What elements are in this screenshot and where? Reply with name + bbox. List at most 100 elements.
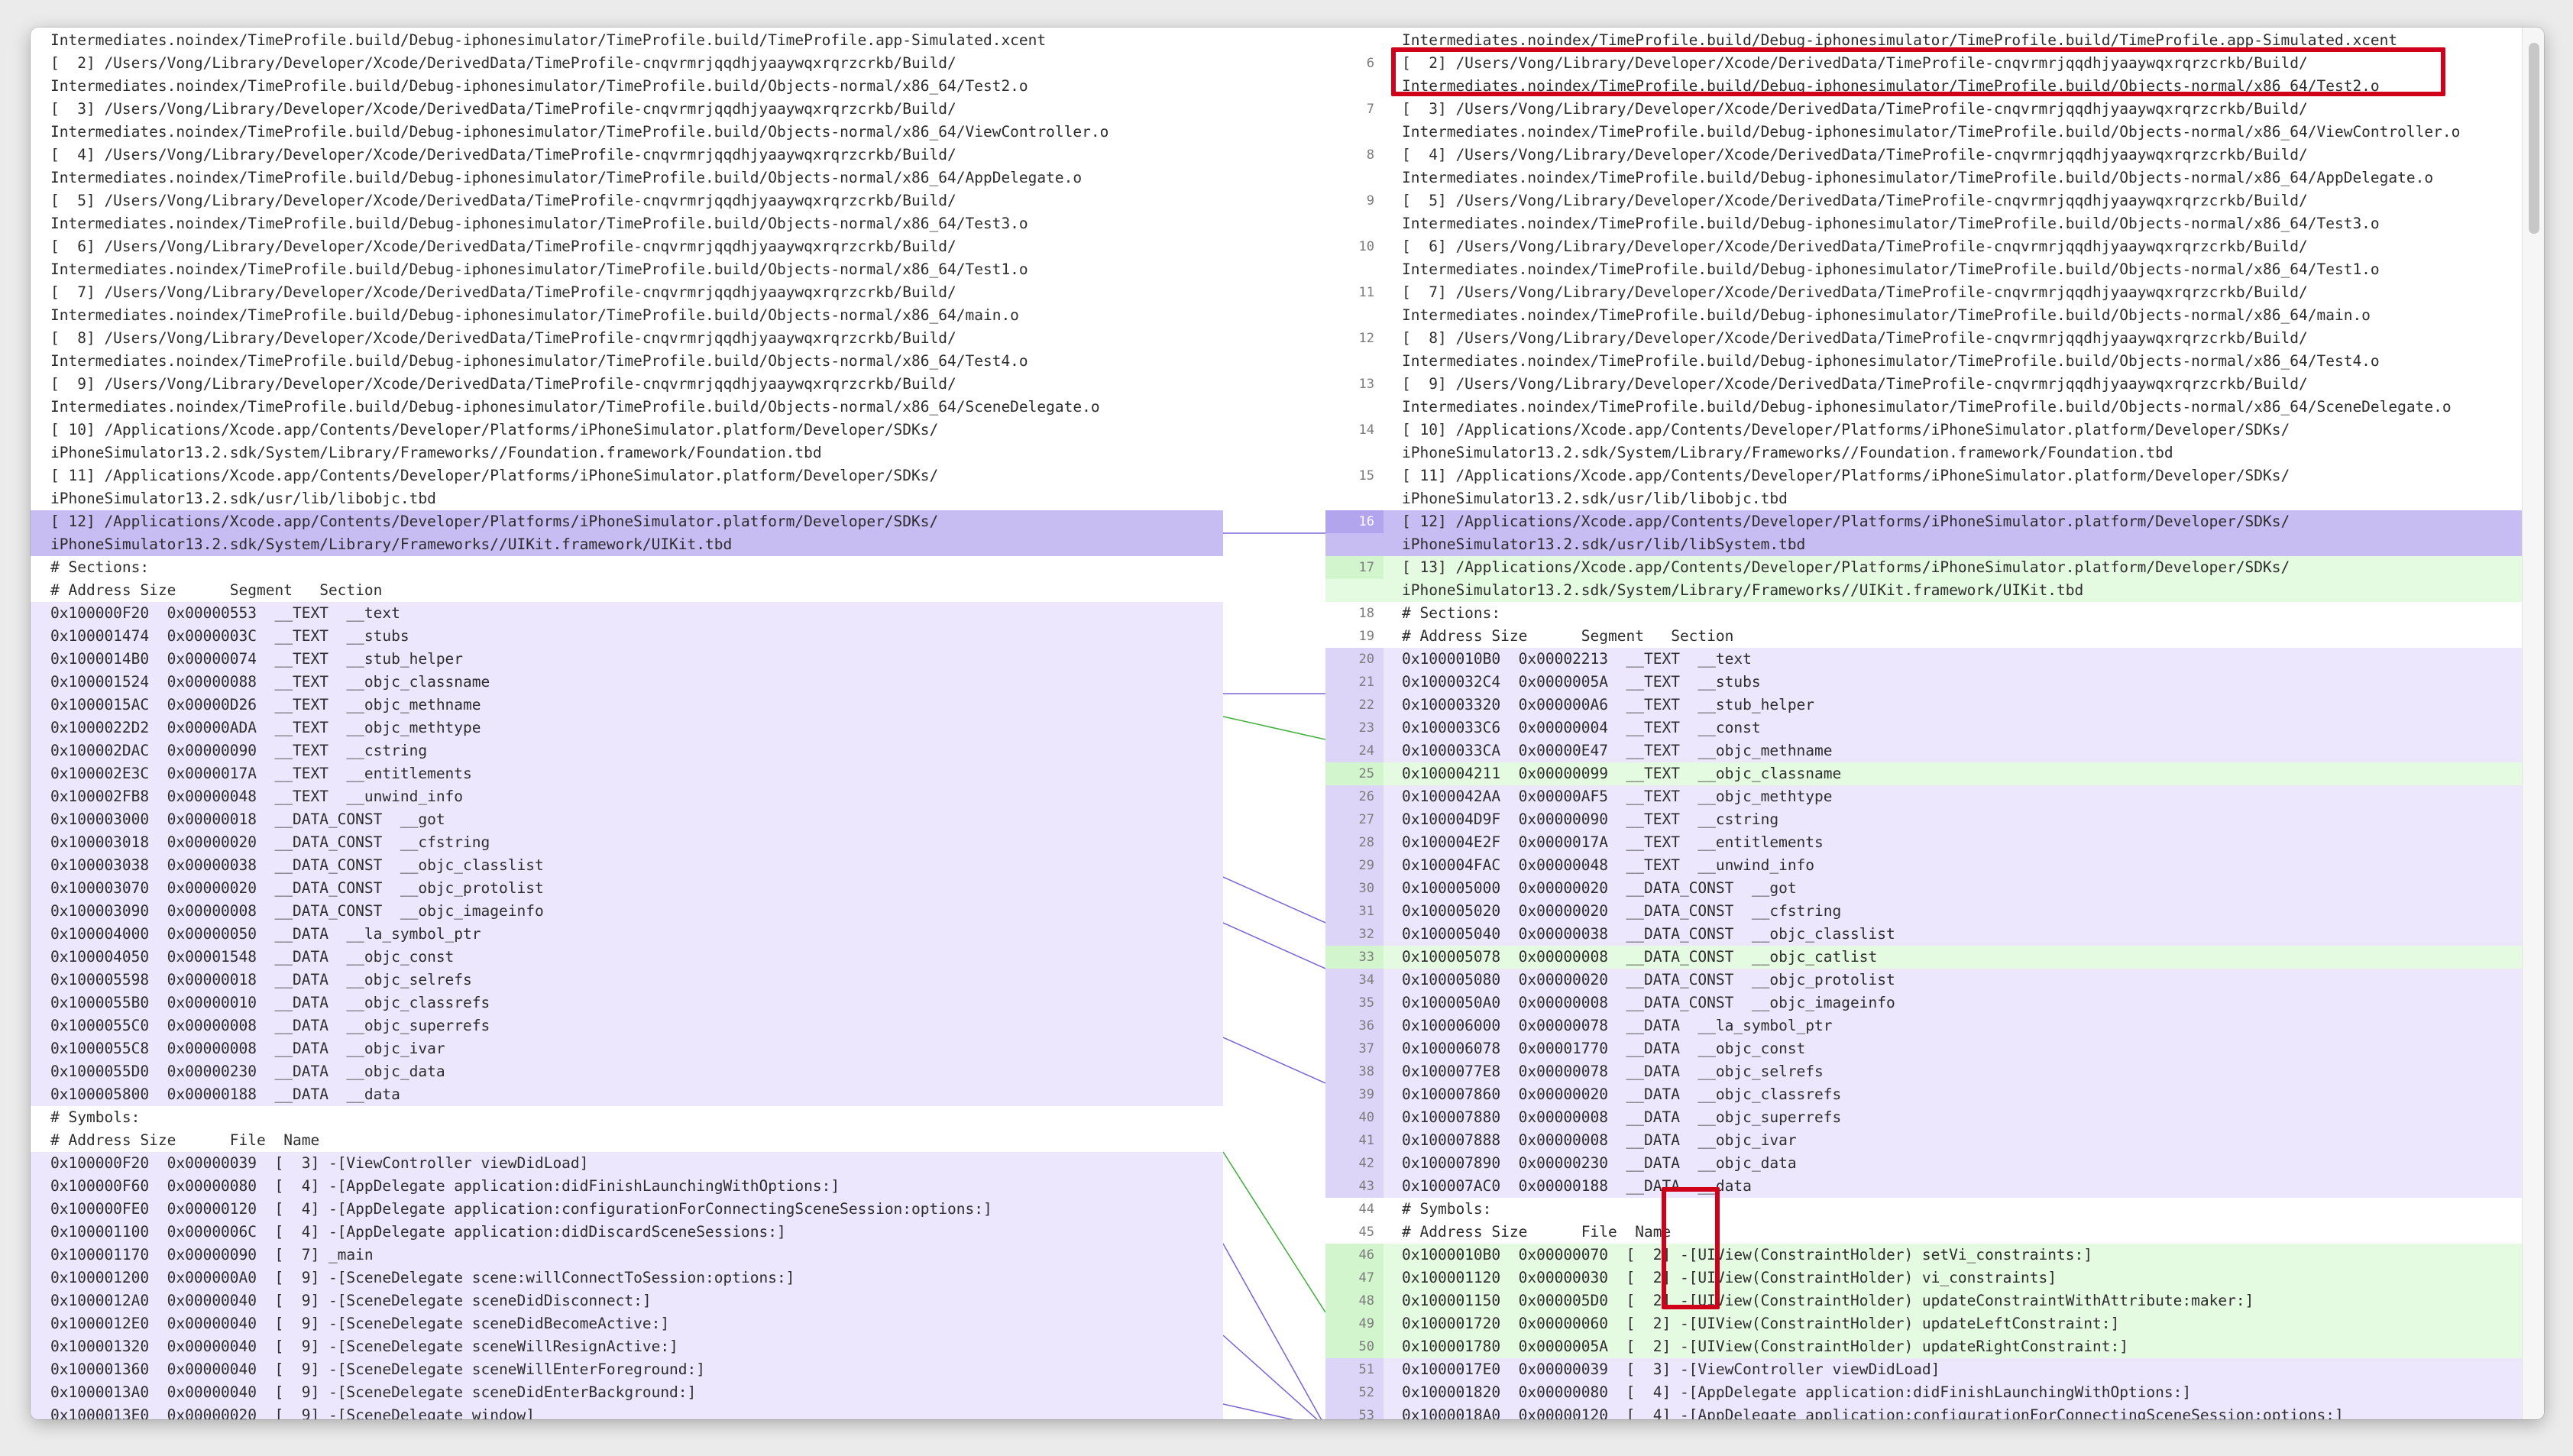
diff-line[interactable]: 0x100005800 0x00000188 __DATA __data — [31, 1083, 1223, 1106]
diff-line[interactable]: # Symbols: — [31, 1106, 1223, 1129]
diff-line[interactable]: 0x100001200 0x000000A0 [ 9] -[SceneDeleg… — [31, 1267, 1223, 1289]
diff-line[interactable]: 0x100000FE0 0x00000120 [ 4] -[AppDelegat… — [31, 1198, 1223, 1221]
diff-line[interactable]: 30 0x100005000 0x00000020 __DATA_CONST __… — [1325, 877, 2544, 900]
diff-line[interactable]: 25 0x100004211 0x00000099 __TEXT __objc_c… — [1325, 762, 2544, 785]
diff-line[interactable]: 34 0x100005080 0x00000020 __DATA_CONST __… — [1325, 969, 2544, 992]
diff-line[interactable]: [ 11] /Applications/Xcode.app/Contents/D… — [31, 464, 1223, 487]
diff-line[interactable]: 0x100001100 0x0000006C [ 4] -[AppDelegat… — [31, 1221, 1223, 1244]
diff-line[interactable]: 0x1000013A0 0x00000040 [ 9] -[SceneDeleg… — [31, 1381, 1223, 1404]
diff-line[interactable]: Intermediates.noindex/TimeProfile.build/… — [1325, 121, 2544, 144]
scroll-track[interactable] — [2522, 28, 2544, 1419]
diff-line[interactable]: 31 0x100005020 0x00000020 __DATA_CONST __… — [1325, 900, 2544, 923]
diff-line[interactable]: 22 0x100003320 0x000000A6 __TEXT __stub_h… — [1325, 694, 2544, 717]
diff-line[interactable]: 0x100002E3C 0x0000017A __TEXT __entitlem… — [31, 762, 1223, 785]
diff-line[interactable]: 0x100000F60 0x00000080 [ 4] -[AppDelegat… — [31, 1175, 1223, 1198]
diff-line[interactable]: 15 [ 11] /Applications/Xcode.app/Contents… — [1325, 464, 2544, 487]
diff-line[interactable]: [ 4] /Users/Vong/Library/Developer/Xcode… — [31, 144, 1223, 167]
diff-line[interactable]: 17 [ 13] /Applications/Xcode.app/Contents… — [1325, 556, 2544, 579]
diff-line[interactable]: Intermediates.noindex/TimeProfile.build/… — [1325, 258, 2544, 281]
diff-line[interactable]: 47 0x100001120 0x00000030 [ 2] -[UIView(C… — [1325, 1267, 2544, 1289]
diff-line[interactable]: 0x1000013E0 0x00000020 [ 9] -[SceneDeleg… — [31, 1404, 1223, 1419]
left-diff-pane[interactable]: Intermediates.noindex/TimeProfile.build/… — [31, 28, 1223, 1419]
diff-line[interactable]: [ 2] /Users/Vong/Library/Developer/Xcode… — [31, 52, 1223, 75]
diff-line[interactable]: 0x100001170 0x00000090 [ 7] _main — [31, 1244, 1223, 1267]
diff-line[interactable]: 8 [ 4] /Users/Vong/Library/Developer/Xcod… — [1325, 144, 2544, 167]
diff-line[interactable]: 0x100003000 0x00000018 __DATA_CONST __go… — [31, 808, 1223, 831]
diff-line[interactable]: 24 0x1000033CA 0x00000E47 __TEXT __objc_m… — [1325, 739, 2544, 762]
diff-line[interactable]: 48 0x100001150 0x000005D0 [ 2] -[UIView(C… — [1325, 1289, 2544, 1312]
diff-line[interactable]: 0x1000012E0 0x00000040 [ 9] -[SceneDeleg… — [31, 1312, 1223, 1335]
diff-line[interactable]: 0x1000012A0 0x00000040 [ 9] -[SceneDeleg… — [31, 1289, 1223, 1312]
diff-line[interactable]: 26 0x1000042AA 0x00000AF5 __TEXT __objc_m… — [1325, 785, 2544, 808]
diff-line[interactable]: Intermediates.noindex/TimeProfile.build/… — [1325, 396, 2544, 419]
diff-line[interactable]: 0x100002FB8 0x00000048 __TEXT __unwind_i… — [31, 785, 1223, 808]
diff-line[interactable]: iPhoneSimulator13.2.sdk/System/Library/F… — [31, 442, 1223, 464]
diff-line[interactable]: Intermediates.noindex/TimeProfile.build/… — [31, 121, 1223, 144]
diff-line[interactable]: Intermediates.noindex/TimeProfile.build/… — [31, 258, 1223, 281]
diff-line[interactable]: [ 6] /Users/Vong/Library/Developer/Xcode… — [31, 235, 1223, 258]
diff-line[interactable]: 33 0x100005078 0x00000008 __DATA_CONST __… — [1325, 946, 2544, 969]
diff-line[interactable]: iPhoneSimulator13.2.sdk/System/Library/F… — [1325, 442, 2544, 464]
diff-line[interactable]: 50 0x100001780 0x0000005A [ 2] -[UIView(C… — [1325, 1335, 2544, 1358]
diff-line[interactable]: 19 # Address Size Segment Section — [1325, 625, 2544, 648]
diff-line[interactable]: [ 12] /Applications/Xcode.app/Contents/D… — [31, 510, 1223, 533]
diff-line[interactable]: 20 0x1000010B0 0x00002213 __TEXT __text — [1325, 648, 2544, 671]
diff-line[interactable]: [ 3] /Users/Vong/Library/Developer/Xcode… — [31, 98, 1223, 121]
diff-line[interactable]: 36 0x100006000 0x00000078 __DATA __la_sym… — [1325, 1014, 2544, 1037]
diff-line[interactable]: [ 10] /Applications/Xcode.app/Contents/D… — [31, 419, 1223, 442]
diff-line[interactable]: Intermediates.noindex/TimeProfile.build/… — [1325, 350, 2544, 373]
diff-line[interactable]: Intermediates.noindex/TimeProfile.build/… — [31, 304, 1223, 327]
scrollbar-thumb[interactable] — [2529, 43, 2539, 234]
diff-line[interactable]: 0x100003090 0x00000008 __DATA_CONST __ob… — [31, 900, 1223, 923]
diff-line[interactable]: # Address Size File Name — [31, 1129, 1223, 1152]
diff-line[interactable]: 11 [ 7] /Users/Vong/Library/Developer/Xco… — [1325, 281, 2544, 304]
diff-line[interactable]: Intermediates.noindex/TimeProfile.build/… — [1325, 304, 2544, 327]
diff-line[interactable]: 0x100003070 0x00000020 __DATA_CONST __ob… — [31, 877, 1223, 900]
diff-line[interactable]: 46 0x1000010B0 0x00000070 [ 2] -[UIView(C… — [1325, 1244, 2544, 1267]
diff-line[interactable]: 0x100002DAC 0x00000090 __TEXT __cstring — [31, 739, 1223, 762]
diff-line[interactable]: [ 9] /Users/Vong/Library/Developer/Xcode… — [31, 373, 1223, 396]
diff-line[interactable]: Intermediates.noindex/TimeProfile.build/… — [31, 396, 1223, 419]
diff-line[interactable]: 0x1000015AC 0x00000D26 __TEXT __objc_met… — [31, 694, 1223, 717]
diff-line[interactable]: 29 0x100004FAC 0x00000048 __TEXT __unwind… — [1325, 854, 2544, 877]
diff-line[interactable]: 51 0x1000017E0 0x00000039 [ 3] -[ViewCont… — [1325, 1358, 2544, 1381]
diff-line[interactable]: 38 0x1000077E8 0x00000078 __DATA __objc_s… — [1325, 1060, 2544, 1083]
diff-line[interactable]: 32 0x100005040 0x00000038 __DATA_CONST __… — [1325, 923, 2544, 946]
diff-line[interactable]: 0x100000F20 0x00000039 [ 3] -[ViewContro… — [31, 1152, 1223, 1175]
diff-line[interactable]: iPhoneSimulator13.2.sdk/System/Library/F… — [31, 533, 1223, 556]
diff-line[interactable]: 0x1000055D0 0x00000230 __DATA __objc_dat… — [31, 1060, 1223, 1083]
diff-line[interactable]: 40 0x100007880 0x00000008 __DATA __objc_s… — [1325, 1106, 2544, 1129]
diff-line[interactable]: [ 5] /Users/Vong/Library/Developer/Xcode… — [31, 189, 1223, 212]
diff-line[interactable]: Intermediates.noindex/TimeProfile.build/… — [31, 350, 1223, 373]
diff-line[interactable]: 28 0x100004E2F 0x0000017A __TEXT __entitl… — [1325, 831, 2544, 854]
diff-line[interactable]: 7 [ 3] /Users/Vong/Library/Developer/Xcod… — [1325, 98, 2544, 121]
diff-line[interactable]: 52 0x100001820 0x00000080 [ 4] -[AppDeleg… — [1325, 1381, 2544, 1404]
diff-line[interactable]: iPhoneSimulator13.2.sdk/usr/lib/libobjc.… — [31, 487, 1223, 510]
diff-line[interactable]: Intermediates.noindex/TimeProfile.build/… — [31, 212, 1223, 235]
diff-line[interactable]: 10 [ 6] /Users/Vong/Library/Developer/Xco… — [1325, 235, 2544, 258]
diff-line[interactable]: 23 0x1000033C6 0x00000004 __TEXT __const — [1325, 717, 2544, 739]
diff-line[interactable]: [ 7] /Users/Vong/Library/Developer/Xcode… — [31, 281, 1223, 304]
diff-line[interactable]: 39 0x100007860 0x00000020 __DATA __objc_c… — [1325, 1083, 2544, 1106]
diff-line[interactable]: 42 0x100007890 0x00000230 __DATA __objc_d… — [1325, 1152, 2544, 1175]
diff-line[interactable]: 12 [ 8] /Users/Vong/Library/Developer/Xco… — [1325, 327, 2544, 350]
diff-line[interactable]: 0x1000055C0 0x00000008 __DATA __objc_sup… — [31, 1014, 1223, 1037]
diff-line[interactable]: 0x100003018 0x00000020 __DATA_CONST __cf… — [31, 831, 1223, 854]
diff-line[interactable]: 14 [ 10] /Applications/Xcode.app/Contents… — [1325, 419, 2544, 442]
diff-line[interactable]: Intermediates.noindex/TimeProfile.build/… — [31, 167, 1223, 189]
diff-line[interactable]: 0x1000055B0 0x00000010 __DATA __objc_cla… — [31, 992, 1223, 1014]
diff-line[interactable]: iPhoneSimulator13.2.sdk/usr/lib/libobjc.… — [1325, 487, 2544, 510]
diff-line[interactable]: 44 # Symbols: — [1325, 1198, 2544, 1221]
diff-line[interactable]: 0x100000F20 0x00000553 __TEXT __text — [31, 602, 1223, 625]
diff-line[interactable]: 21 0x1000032C4 0x0000005A __TEXT __stubs — [1325, 671, 2544, 694]
diff-line[interactable]: Intermediates.noindex/TimeProfile.build/… — [1325, 212, 2544, 235]
diff-line[interactable]: 0x1000014B0 0x00000074 __TEXT __stub_hel… — [31, 648, 1223, 671]
diff-line[interactable]: # Address Size Segment Section — [31, 579, 1223, 602]
diff-line[interactable]: 43 0x100007AC0 0x00000188 __DATA __data — [1325, 1175, 2544, 1198]
diff-line[interactable]: 0x100003038 0x00000038 __DATA_CONST __ob… — [31, 854, 1223, 877]
diff-line[interactable]: 35 0x1000050A0 0x00000008 __DATA_CONST __… — [1325, 992, 2544, 1014]
diff-line[interactable]: 0x100001360 0x00000040 [ 9] -[SceneDeleg… — [31, 1358, 1223, 1381]
diff-line[interactable]: Intermediates.noindex/TimeProfile.build/… — [1325, 167, 2544, 189]
diff-line[interactable]: 0x100001474 0x0000003C __TEXT __stubs — [31, 625, 1223, 648]
diff-line[interactable]: 0x100001524 0x00000088 __TEXT __objc_cla… — [31, 671, 1223, 694]
